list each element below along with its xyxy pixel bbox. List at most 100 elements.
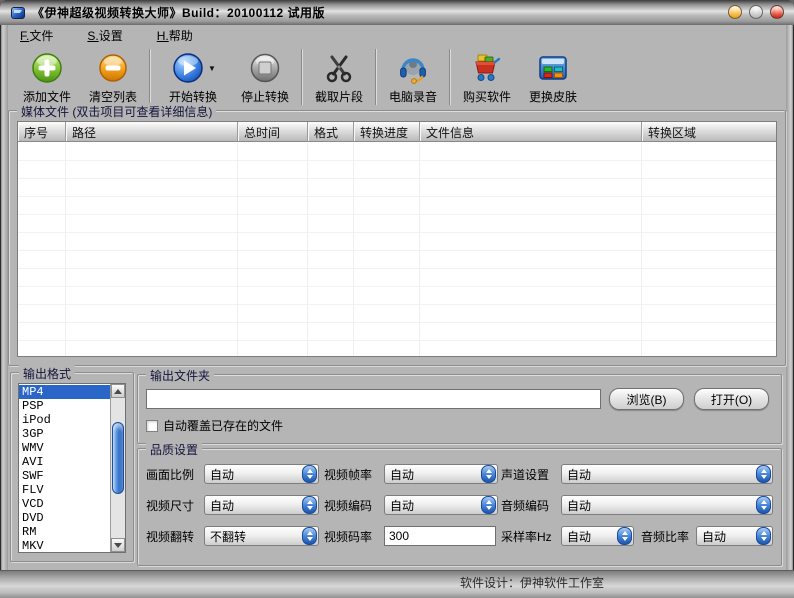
menu-settings[interactable]: S.设置 xyxy=(83,26,126,45)
app-icon xyxy=(10,5,26,21)
audio-codec-label: 音频编码 xyxy=(501,497,561,514)
scroll-down-button[interactable] xyxy=(111,538,125,552)
list-item-dvd[interactable]: DVD xyxy=(19,511,110,525)
open-button[interactable]: 打开(O) xyxy=(694,388,769,410)
capture-clip-button[interactable]: 截取片段 xyxy=(306,47,372,105)
app-window: 《伊神超级视频转换大师》Build：20100112 试用版 F.文件 S.设置… xyxy=(0,0,794,598)
arrow-up-icon xyxy=(114,389,122,394)
video-size-value: 自动 xyxy=(205,497,302,514)
toolbar-label: 电脑录音 xyxy=(389,88,437,105)
column-header-duration[interactable]: 总时间 xyxy=(238,122,308,141)
spinner-icon xyxy=(617,527,632,545)
buy-software-button[interactable]: 购买软件 xyxy=(454,47,520,105)
menu-file[interactable]: F.文件 xyxy=(16,26,57,45)
scrollbar-thumb[interactable] xyxy=(112,422,124,494)
minimize-button[interactable] xyxy=(728,5,742,19)
list-item-psp[interactable]: PSP xyxy=(19,399,110,413)
toolbar: 添加文件 清空列表 xyxy=(8,45,786,109)
aspect-ratio-label: 画面比例 xyxy=(146,466,204,483)
video-bitrate-input[interactable] xyxy=(384,526,496,546)
scissors-icon xyxy=(321,49,357,87)
output-folder-group-label: 输出文件夹 xyxy=(146,367,214,384)
play-circle-icon xyxy=(170,49,206,87)
change-skin-button[interactable]: 更换皮肤 xyxy=(520,47,586,105)
quality-settings-group-label: 品质设置 xyxy=(146,441,202,458)
chevron-down-icon[interactable]: ▼ xyxy=(208,64,216,73)
spinner-icon xyxy=(756,527,771,545)
add-files-button[interactable]: 添加文件 xyxy=(14,47,80,105)
sample-rate-select[interactable]: 自动 xyxy=(561,526,634,546)
audio-channel-value: 自动 xyxy=(562,466,756,483)
title-bar: 《伊神超级视频转换大师》Build：20100112 试用版 xyxy=(0,0,794,25)
frame-rate-label: 视频帧率 xyxy=(324,466,384,483)
clear-circle-icon xyxy=(95,49,131,87)
list-item-ipod[interactable]: iPod xyxy=(19,413,110,427)
stop-convert-button[interactable]: 停止转换 xyxy=(232,47,298,105)
status-text: 软件设计：伊神软件工作室 xyxy=(460,574,604,591)
pc-record-button[interactable]: 电脑录音 xyxy=(380,47,446,105)
sample-rate-value: 自动 xyxy=(562,528,617,545)
overwrite-checkbox[interactable] xyxy=(146,420,158,432)
quality-settings-group: 品质设置 画面比例 自动 视频帧率 自动 声道设置 自动 xyxy=(137,448,782,566)
format-listbox[interactable]: MP4 PSP iPod 3GP WMV AVI SWF FLV VCD DVD… xyxy=(18,383,126,553)
headset-icon xyxy=(395,49,431,87)
video-codec-label: 视频编码 xyxy=(324,497,384,514)
column-header-path[interactable]: 路径 xyxy=(66,122,238,141)
format-list[interactable]: MP4 PSP iPod 3GP WMV AVI SWF FLV VCD DVD… xyxy=(19,384,110,552)
table-header: 序号 路径 总时间 格式 转换进度 文件信息 转换区域 xyxy=(18,122,776,142)
video-flip-select[interactable]: 不翻转 xyxy=(204,526,319,546)
list-item-avi[interactable]: AVI xyxy=(19,455,110,469)
menu-bar: F.文件 S.设置 H.帮助 xyxy=(8,25,786,45)
column-header-index[interactable]: 序号 xyxy=(18,122,66,141)
audio-codec-value: 自动 xyxy=(562,497,756,514)
table-body[interactable] xyxy=(18,143,776,356)
aspect-ratio-select[interactable]: 自动 xyxy=(204,464,319,484)
audio-bitrate-select[interactable]: 自动 xyxy=(696,526,773,546)
toolbar-label: 停止转换 xyxy=(241,88,289,105)
audio-channel-select[interactable]: 自动 xyxy=(561,464,773,484)
maximize-button[interactable] xyxy=(749,5,763,19)
audio-codec-select[interactable]: 自动 xyxy=(561,495,773,515)
sample-rate-label: 采样率Hz xyxy=(501,528,561,545)
format-list-scrollbar[interactable] xyxy=(110,384,125,552)
media-files-group-label: 媒体文件 (双击项目可查看详细信息) xyxy=(17,103,216,120)
video-codec-select[interactable]: 自动 xyxy=(384,495,498,515)
browse-button[interactable]: 浏览(B) xyxy=(609,388,684,410)
list-item-3gp[interactable]: 3GP xyxy=(19,427,110,441)
video-bitrate-label: 视频码率 xyxy=(324,528,384,545)
toolbar-label: 截取片段 xyxy=(315,88,363,105)
list-item-wmv[interactable]: WMV xyxy=(19,441,110,455)
close-button[interactable] xyxy=(770,5,784,19)
list-item-swf[interactable]: SWF xyxy=(19,469,110,483)
list-item-mp4[interactable]: MP4 xyxy=(19,385,110,399)
toolbar-separator xyxy=(301,49,303,105)
output-format-group: 输出格式 MP4 PSP iPod 3GP WMV AVI SWF FLV VC… xyxy=(10,372,134,562)
column-header-region[interactable]: 转换区域 xyxy=(642,122,776,141)
frame-rate-select[interactable]: 自动 xyxy=(384,464,498,484)
column-header-fileinfo[interactable]: 文件信息 xyxy=(420,122,642,141)
list-item-flv[interactable]: FLV xyxy=(19,483,110,497)
table-column xyxy=(66,143,238,356)
list-item-vcd[interactable]: VCD xyxy=(19,497,110,511)
list-item-rm[interactable]: RM xyxy=(19,525,110,539)
audio-bitrate-value: 自动 xyxy=(697,528,756,545)
spinner-icon xyxy=(302,527,317,545)
media-files-table[interactable]: 序号 路径 总时间 格式 转换进度 文件信息 转换区域 xyxy=(17,121,777,357)
audio-channel-label: 声道设置 xyxy=(501,466,561,483)
clear-list-button[interactable]: 清空列表 xyxy=(80,47,146,105)
arrow-down-icon xyxy=(114,543,122,548)
menu-help[interactable]: H.帮助 xyxy=(153,26,197,45)
scroll-up-button[interactable] xyxy=(111,384,125,398)
overwrite-checkbox-label: 自动覆盖已存在的文件 xyxy=(163,417,283,434)
video-size-label: 视频尺寸 xyxy=(146,497,204,514)
spinner-icon xyxy=(756,465,771,483)
output-path-input[interactable] xyxy=(146,389,601,409)
column-header-format[interactable]: 格式 xyxy=(308,122,354,141)
start-convert-button[interactable]: ▼ 开始转换 xyxy=(154,47,232,105)
video-size-select[interactable]: 自动 xyxy=(204,495,319,515)
column-header-progress[interactable]: 转换进度 xyxy=(354,122,420,141)
table-column xyxy=(238,143,308,356)
status-bar: 软件设计：伊神软件工作室 xyxy=(0,570,794,598)
video-flip-value: 不翻转 xyxy=(205,528,302,545)
list-item-mkv[interactable]: MKV xyxy=(19,539,110,552)
